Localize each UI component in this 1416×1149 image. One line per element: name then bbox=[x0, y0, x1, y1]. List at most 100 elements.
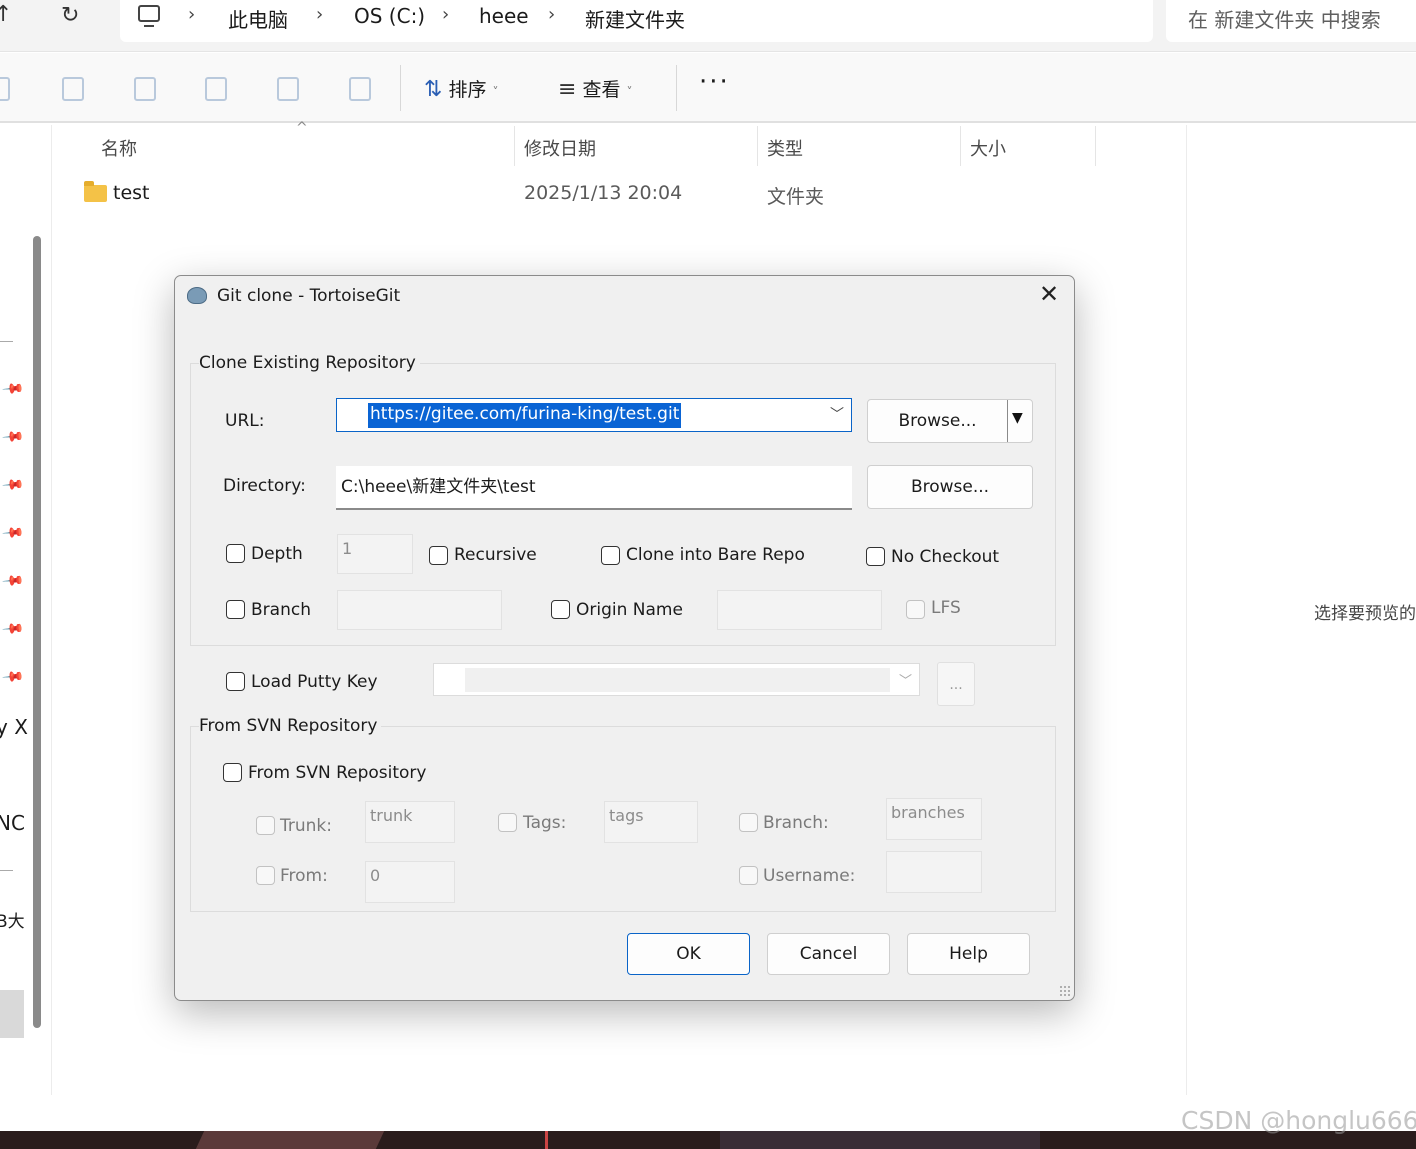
view-button[interactable]: ≡ 查看 ˅ bbox=[558, 75, 633, 102]
from-checkbox[interactable] bbox=[256, 866, 275, 885]
breadcrumb-heee[interactable]: heee bbox=[479, 4, 529, 28]
breadcrumb[interactable]: › 此电脑 › OS (C:) › heee › 新建文件夹 bbox=[120, 0, 1153, 42]
no-checkout-label[interactable]: No Checkout bbox=[891, 547, 999, 567]
column-divider[interactable] bbox=[514, 126, 515, 166]
pin-icon[interactable]: 📌 bbox=[1, 521, 25, 544]
rename-icon[interactable] bbox=[205, 77, 227, 101]
url-browse-split-button[interactable]: Browse... ▼ bbox=[867, 399, 1033, 443]
column-header-type[interactable]: 类型 bbox=[767, 135, 803, 161]
depth-checkbox[interactable] bbox=[226, 544, 245, 563]
directory-input[interactable]: C:\heee\新建文件夹\test bbox=[336, 466, 852, 510]
computer-icon[interactable] bbox=[138, 5, 160, 27]
up-arrow-icon[interactable]: ↑ bbox=[0, 2, 12, 27]
url-browse-label[interactable]: Browse... bbox=[868, 411, 1007, 431]
nav-item-fragment[interactable]: y X bbox=[0, 715, 28, 739]
username-input[interactable] bbox=[886, 851, 982, 893]
file-name[interactable]: test bbox=[113, 182, 150, 204]
navigation-scrollbar[interactable] bbox=[33, 236, 41, 1028]
ok-button[interactable]: OK bbox=[627, 933, 750, 975]
from-svn-label[interactable]: From SVN Repository bbox=[248, 763, 426, 783]
svn-branch-label: Branch: bbox=[763, 813, 829, 833]
help-button[interactable]: Help bbox=[907, 933, 1030, 975]
depth-input[interactable]: 1 bbox=[337, 534, 413, 574]
pin-icon[interactable]: 📌 bbox=[1, 473, 25, 496]
more-options-button[interactable]: ··· bbox=[699, 67, 730, 97]
load-putty-key-checkbox[interactable] bbox=[226, 672, 245, 691]
depth-label[interactable]: Depth bbox=[251, 544, 303, 564]
navigation-pane: 📌 📌 📌 📌 📌 📌 📌 y X NC B大 bbox=[0, 125, 52, 1095]
pin-icon[interactable]: 📌 bbox=[1, 377, 25, 400]
url-value[interactable]: https://gitee.com/furina-king/test.git bbox=[368, 403, 682, 428]
branch-input[interactable] bbox=[337, 590, 502, 630]
column-divider[interactable] bbox=[1095, 126, 1096, 166]
directory-value[interactable]: C:\heee\新建文件夹\test bbox=[341, 472, 536, 497]
refresh-icon[interactable]: ↻ bbox=[61, 3, 79, 28]
column-divider[interactable] bbox=[757, 126, 758, 166]
dropdown-arrow-icon[interactable]: ▼ bbox=[1012, 410, 1023, 426]
chevron-down-icon[interactable]: ﹀ bbox=[899, 670, 912, 689]
dialog-title-bar[interactable]: Git clone - TortoiseGit ✕ bbox=[175, 276, 1074, 318]
origin-name-label[interactable]: Origin Name bbox=[576, 600, 683, 620]
no-checkout-checkbox[interactable] bbox=[866, 547, 885, 566]
from-input[interactable]: 0 bbox=[365, 861, 455, 903]
origin-name-input[interactable] bbox=[717, 590, 882, 630]
tags-checkbox[interactable] bbox=[498, 813, 517, 832]
putty-key-combobox[interactable]: ﹀ bbox=[433, 663, 920, 696]
share-icon[interactable] bbox=[277, 77, 299, 101]
bare-repo-checkbox[interactable] bbox=[601, 546, 620, 565]
origin-name-checkbox[interactable] bbox=[551, 600, 570, 619]
trunk-label: Trunk: bbox=[280, 816, 332, 836]
nav-item-fragment[interactable]: B大 bbox=[0, 907, 25, 932]
chevron-right-icon[interactable]: › bbox=[442, 4, 449, 25]
delete-icon[interactable] bbox=[349, 77, 371, 101]
watermark: CSDN @honglu666 bbox=[1181, 1106, 1416, 1135]
copy-icon[interactable] bbox=[62, 77, 84, 101]
chevron-right-icon[interactable]: › bbox=[188, 4, 195, 25]
pin-icon[interactable]: 📌 bbox=[1, 569, 25, 592]
directory-browse-button[interactable]: Browse... bbox=[867, 465, 1033, 509]
trunk-value: trunk bbox=[370, 806, 413, 825]
chevron-right-icon[interactable]: › bbox=[316, 4, 323, 25]
breadcrumb-this-pc[interactable]: 此电脑 bbox=[228, 4, 288, 33]
recursive-checkbox[interactable] bbox=[429, 546, 448, 565]
column-divider[interactable] bbox=[960, 126, 961, 166]
putty-key-value bbox=[465, 668, 890, 692]
breadcrumb-drive-c[interactable]: OS (C:) bbox=[354, 4, 425, 28]
search-input[interactable]: 在 新建文件夹 中搜索 bbox=[1166, 0, 1416, 42]
nav-item-fragment[interactable]: NC bbox=[0, 811, 25, 835]
username-checkbox[interactable] bbox=[739, 866, 758, 885]
pin-icon[interactable]: 📌 bbox=[1, 665, 25, 688]
pin-icon[interactable]: 📌 bbox=[1, 617, 25, 640]
paste-icon[interactable] bbox=[134, 77, 156, 101]
view-label: 查看 bbox=[582, 79, 621, 101]
trunk-checkbox[interactable] bbox=[256, 816, 275, 835]
breadcrumb-new-folder[interactable]: 新建文件夹 bbox=[585, 4, 685, 33]
close-icon[interactable]: ✕ bbox=[1039, 280, 1059, 308]
pin-icon[interactable]: 📌 bbox=[1, 425, 25, 448]
column-header-size[interactable]: 大小 bbox=[970, 135, 1006, 161]
load-putty-key-label[interactable]: Load Putty Key bbox=[251, 672, 378, 692]
lfs-checkbox[interactable] bbox=[906, 600, 925, 619]
wallpaper-detail bbox=[545, 1131, 548, 1149]
bare-repo-label[interactable]: Clone into Bare Repo bbox=[626, 545, 805, 565]
from-svn-checkbox[interactable] bbox=[223, 763, 242, 782]
trunk-input[interactable]: trunk bbox=[365, 801, 455, 843]
recursive-label[interactable]: Recursive bbox=[454, 545, 537, 565]
nav-item-selected[interactable] bbox=[0, 990, 24, 1038]
resize-grip-icon[interactable] bbox=[1059, 985, 1071, 997]
chevron-right-icon[interactable]: › bbox=[548, 4, 555, 25]
putty-key-browse-button[interactable]: ... bbox=[937, 662, 975, 706]
chevron-down-icon[interactable]: ﹀ bbox=[830, 404, 844, 424]
branch-checkbox[interactable] bbox=[226, 600, 245, 619]
sort-button[interactable]: ⇅ 排序 ˅ bbox=[424, 75, 499, 102]
dialog-title: Git clone - TortoiseGit bbox=[217, 286, 401, 306]
branch-label[interactable]: Branch bbox=[251, 600, 311, 620]
column-header-name[interactable]: 名称 bbox=[101, 135, 137, 161]
svn-branch-checkbox[interactable] bbox=[739, 813, 758, 832]
column-header-date[interactable]: 修改日期 bbox=[524, 135, 596, 161]
url-combobox[interactable]: https://gitee.com/furina-king/test.git ﹀ bbox=[336, 398, 852, 432]
cut-icon[interactable] bbox=[0, 77, 10, 101]
tags-input[interactable]: tags bbox=[604, 801, 698, 843]
svn-branch-input[interactable]: branches bbox=[886, 798, 982, 840]
cancel-button[interactable]: Cancel bbox=[767, 933, 890, 975]
